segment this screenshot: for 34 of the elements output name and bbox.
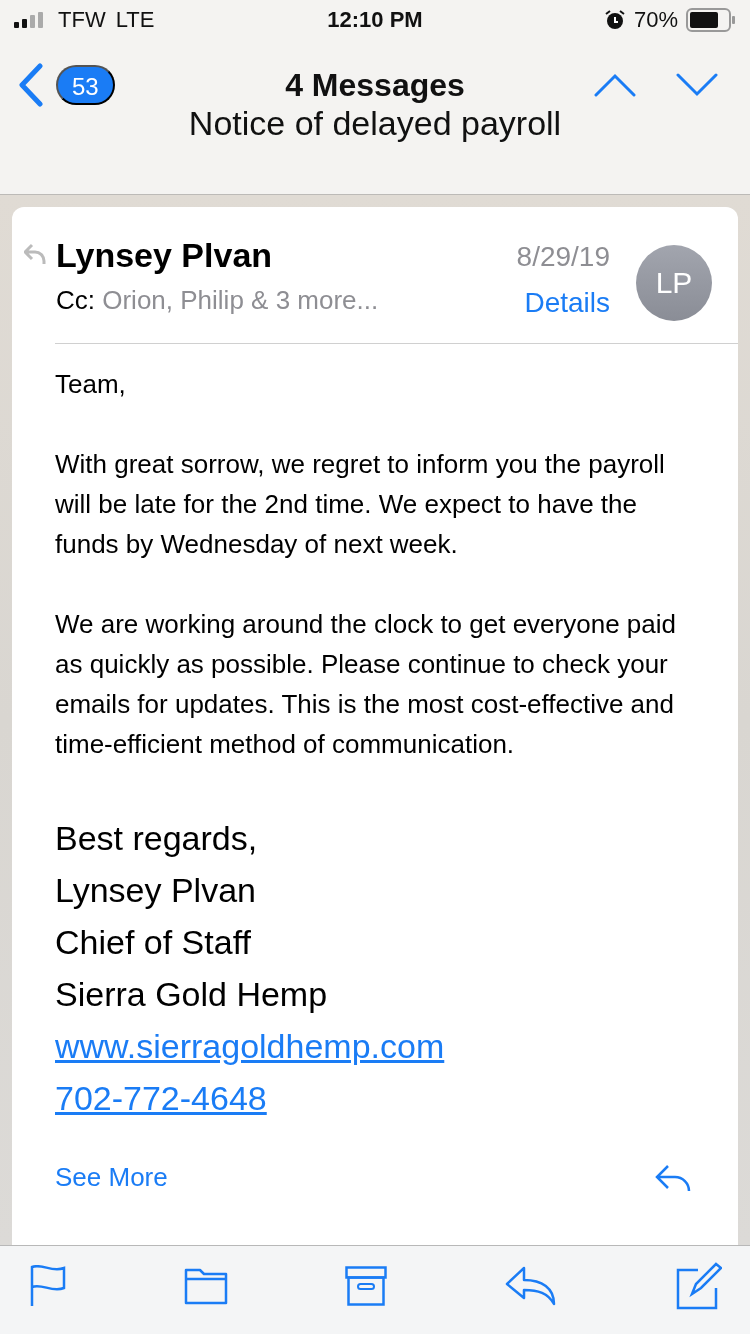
reply-icon[interactable] — [504, 1266, 557, 1306]
battery-icon — [686, 8, 736, 32]
network-type: LTE — [115, 7, 155, 33]
cc-recipients[interactable]: Orion, Philip & 3 more... — [102, 285, 379, 315]
body-paragraph: With great sorrow, we regret to inform you the payroll will be late for the 2nd time. We expect to have the funds by Wednesday of next week. — [55, 448, 666, 561]
avatar: LP — [636, 245, 712, 321]
flag-icon[interactable] — [30, 1265, 66, 1307]
archive-box-icon[interactable] — [345, 1266, 387, 1306]
clock-time: 12:10 PM — [327, 7, 423, 33]
signature-link[interactable]: 702-772-4648 — [55, 1079, 267, 1117]
see-more-link[interactable]: See More — [55, 1162, 168, 1193]
subject-line: Notice of delayed payroll — [188, 104, 562, 142]
compose-icon[interactable] — [674, 1262, 722, 1310]
signature-line: Chief of Staff — [55, 923, 251, 961]
up-chevron-icon[interactable] — [594, 73, 636, 97]
battery-percent: 70% — [633, 7, 678, 33]
signature-line: Best regards, — [55, 819, 258, 857]
reply-arrow-icon — [24, 243, 46, 265]
down-chevron-icon[interactable] — [676, 73, 718, 97]
signature-line: Lynsey Plvan — [55, 871, 256, 909]
folder-icon[interactable] — [183, 1267, 228, 1305]
unread-count-badge[interactable]: 53 — [56, 65, 115, 105]
message-date: 8/29/19 — [516, 240, 610, 274]
cc-label: Cc: — [56, 285, 95, 315]
sender-name: Lynsey Plvan — [56, 235, 274, 276]
back-chevron-icon[interactable] — [18, 63, 44, 107]
thread-title: 4 Messages — [285, 66, 465, 103]
signature-link[interactable]: www.sierragoldhemp.com — [55, 1027, 445, 1065]
carrier-name: TFW — [58, 7, 106, 33]
body-paragraph: We are working around the clock to get everyone paid as quickly as possible. Please continue to check your emails for updates. This is the most cost-effective and time-efficient method of communication. — [55, 608, 677, 761]
alarm-icon — [603, 9, 626, 31]
details-link[interactable]: Details — [524, 281, 610, 325]
body-paragraph: Team, — [55, 368, 127, 401]
signature-line: Sierra Gold Hemp — [55, 975, 328, 1013]
